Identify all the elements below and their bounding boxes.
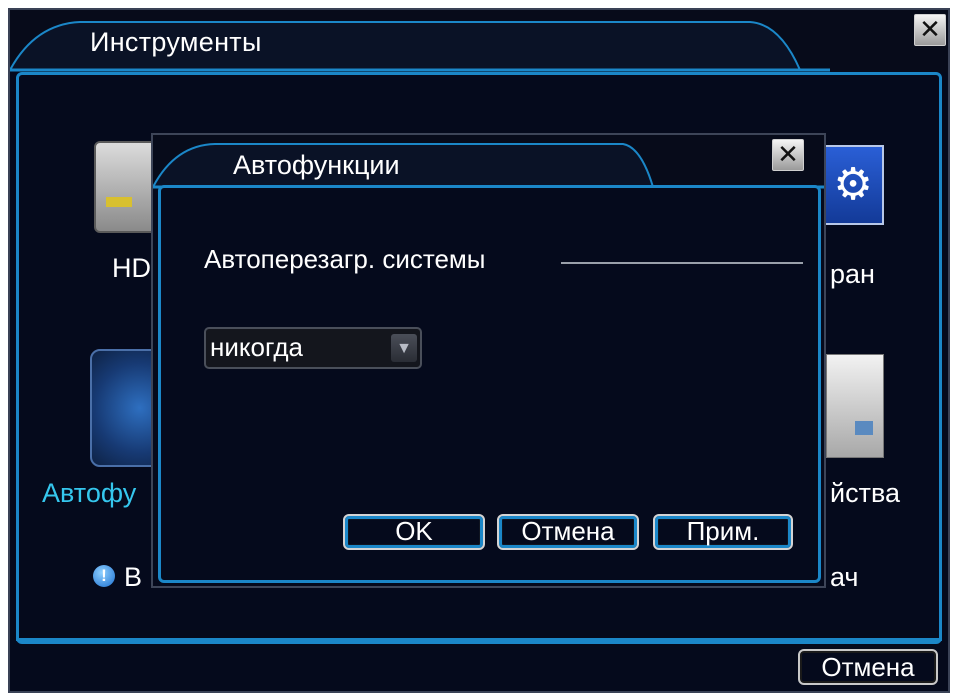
document-icon[interactable] [826, 354, 884, 458]
dialog-title: Автофункции [233, 150, 400, 180]
tool-label-display[interactable]: ран [830, 259, 875, 290]
apply-button[interactable]: Прим. [653, 514, 793, 550]
auto-functions-dialog: Автофункции ✕ Автоперезагр. системы нико… [151, 133, 826, 588]
tool-label-hdd[interactable]: HD [112, 253, 151, 284]
info-icon: ! [93, 565, 115, 587]
tool-label-transfer[interactable]: ач [830, 562, 859, 593]
auto-reboot-group-label: Автоперезагр. системы [204, 244, 486, 274]
tools-titlebar: Инструменты ✕ [10, 10, 948, 72]
cancel-button[interactable]: Отмена [798, 649, 938, 685]
ok-button[interactable]: OK [343, 514, 485, 550]
cancel-button[interactable]: Отмена [497, 514, 639, 550]
close-icon[interactable]: ✕ [914, 14, 946, 46]
gear-icon[interactable]: ⚙ [822, 145, 884, 225]
tool-label-version[interactable]: В [124, 562, 142, 593]
tool-label-auto[interactable]: Автофу [42, 478, 136, 509]
chevron-down-icon[interactable]: ▼ [391, 334, 417, 362]
dialog-content: Автоперезагр. системы никогда ▼ OK Отмен… [158, 185, 821, 583]
footer-divider [16, 638, 942, 641]
group-divider [561, 262, 803, 264]
close-icon[interactable]: ✕ [772, 139, 804, 171]
dialog-titlebar: Автофункции ✕ [153, 135, 824, 189]
window-title: Инструменты [90, 27, 262, 57]
select-value: никогда [210, 332, 303, 362]
tool-label-info[interactable]: йства [830, 478, 900, 509]
auto-reboot-select[interactable]: никогда ▼ [204, 327, 422, 369]
